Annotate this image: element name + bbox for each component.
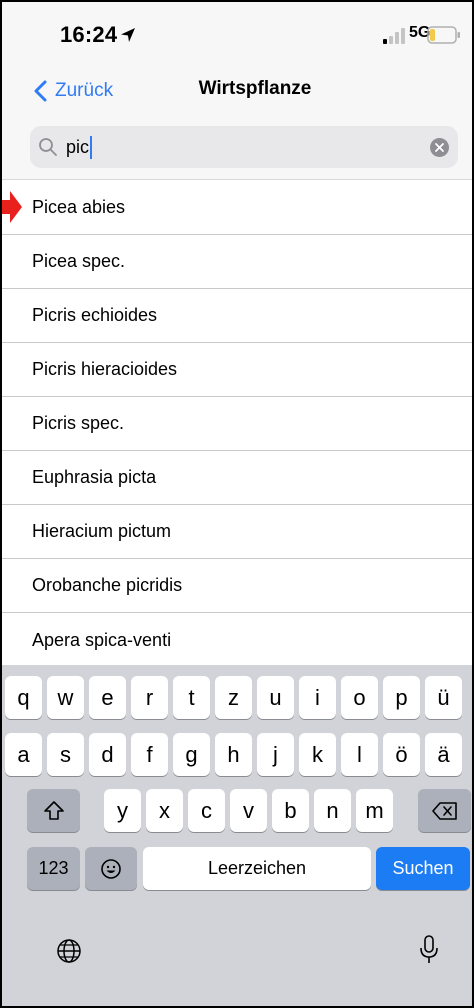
list-item[interactable]: Apera spica-venti	[0, 613, 474, 667]
key-o[interactable]: o	[341, 676, 378, 719]
key-a-umlaut[interactable]: ä	[425, 733, 462, 776]
numbers-key[interactable]: 123	[27, 847, 80, 890]
list-item[interactable]: Picris hieracioides	[0, 343, 474, 397]
battery-low-icon	[427, 26, 460, 44]
text-cursor	[90, 136, 93, 159]
list-item-label: Hieracium pictum	[32, 521, 172, 541]
key-h[interactable]: h	[215, 733, 252, 776]
cellular-signal-icon	[383, 28, 405, 44]
key-p[interactable]: p	[383, 676, 420, 719]
search-value: pic	[66, 137, 90, 157]
search-icon	[39, 138, 57, 156]
key-d[interactable]: d	[89, 733, 126, 776]
key-u[interactable]: u	[257, 676, 294, 719]
list-item-label: Picris spec.	[32, 413, 125, 433]
list-item-label: Picea spec.	[32, 251, 126, 271]
list-item-label: Euphrasia picta	[32, 467, 157, 487]
clear-icon	[435, 143, 444, 152]
location-arrow-icon	[121, 28, 135, 42]
list-item-label: Picea abies	[32, 197, 126, 217]
key-z[interactable]: z	[215, 676, 252, 719]
key-l[interactable]: l	[341, 733, 378, 776]
key-q[interactable]: q	[5, 676, 42, 719]
list-item-label: Picris echioides	[32, 305, 158, 325]
space-key[interactable]: Leerzeichen	[143, 847, 371, 890]
list-item-label: Picris hieracioides	[32, 359, 178, 379]
search-submit-button[interactable]: Suchen	[376, 847, 470, 890]
delete-key[interactable]	[418, 789, 471, 832]
key-f[interactable]: f	[131, 733, 168, 776]
key-j[interactable]: j	[257, 733, 294, 776]
shift-icon	[43, 800, 64, 820]
key-b[interactable]: b	[272, 789, 309, 832]
key-x[interactable]: x	[146, 789, 183, 832]
key-e[interactable]: e	[89, 676, 126, 719]
key-n[interactable]: n	[314, 789, 351, 832]
list-item[interactable]: Orobanche picridis	[0, 559, 474, 613]
delete-icon	[431, 801, 457, 820]
emoji-key[interactable]	[85, 847, 137, 890]
list-item[interactable]: Hieracium pictum	[0, 505, 474, 559]
key-c[interactable]: c	[188, 789, 225, 832]
list-item-label: Apera spica-venti	[32, 629, 172, 650]
key-t[interactable]: t	[173, 676, 210, 719]
key-k[interactable]: k	[299, 733, 336, 776]
emoji-icon	[101, 858, 121, 879]
key-a[interactable]: a	[5, 733, 42, 776]
key-u-umlaut[interactable]: ü	[425, 676, 462, 719]
list-item[interactable]: Picea spec.	[0, 235, 474, 289]
status-time: 16:24	[60, 22, 118, 47]
search-value-wrap: pic	[66, 136, 93, 159]
list-item[interactable]: Euphrasia picta	[0, 451, 474, 505]
clear-search-button[interactable]	[430, 138, 449, 157]
key-r[interactable]: r	[131, 676, 168, 719]
list-item[interactable]: Picea abies	[0, 181, 474, 235]
globe-icon[interactable]	[55, 937, 83, 965]
search-input[interactable]: pic	[30, 126, 458, 168]
list-item-label: Orobanche picridis	[32, 575, 183, 595]
key-m[interactable]: m	[356, 789, 393, 832]
key-y[interactable]: y	[104, 789, 141, 832]
results-list: Picea abies Picea spec. Picris echioides…	[0, 181, 474, 667]
list-item[interactable]: Picris echioides	[0, 289, 474, 343]
key-o-umlaut[interactable]: ö	[383, 733, 420, 776]
shift-key[interactable]	[27, 789, 80, 832]
keyboard: q w e r t z u i o p ü a s d f g h j k l …	[0, 665, 474, 1008]
red-arrow-icon	[0, 191, 22, 223]
key-w[interactable]: w	[47, 676, 84, 719]
list-item[interactable]: Picris spec.	[0, 397, 474, 451]
page-title: Wirtspflanze	[198, 78, 312, 99]
microphone-icon[interactable]	[418, 934, 440, 966]
key-i[interactable]: i	[299, 676, 336, 719]
navigation-bar: Zurück Wirtspflanze	[0, 68, 474, 114]
key-v[interactable]: v	[230, 789, 267, 832]
status-bar: 16:24 5G	[0, 0, 474, 68]
key-g[interactable]: g	[173, 733, 210, 776]
key-s[interactable]: s	[47, 733, 84, 776]
search-bar: pic	[0, 114, 474, 180]
